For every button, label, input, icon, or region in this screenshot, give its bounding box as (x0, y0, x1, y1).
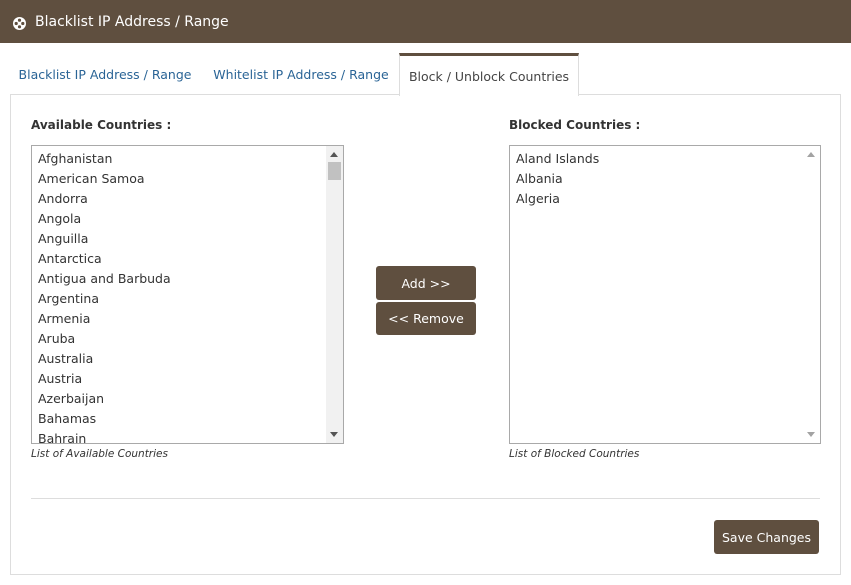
save-changes-button[interactable]: Save Changes (714, 520, 819, 554)
remove-button[interactable]: << Remove (376, 302, 476, 335)
list-item[interactable]: Andorra (38, 189, 343, 209)
scrollbar-thumb[interactable] (328, 162, 341, 180)
blocked-countries-label: Blocked Countries : (509, 118, 641, 132)
blocked-countries-help: List of Blocked Countries (509, 448, 640, 460)
list-item[interactable]: Algeria (516, 189, 820, 209)
scroll-up-icon[interactable] (807, 152, 815, 157)
list-item[interactable]: Australia (38, 349, 343, 369)
divider (31, 498, 820, 499)
available-countries-help: List of Available Countries (31, 448, 168, 460)
list-item[interactable]: Anguilla (38, 229, 343, 249)
tab-whitelist-ip[interactable]: Whitelist IP Address / Range (209, 53, 393, 95)
list-item[interactable]: Aruba (38, 329, 343, 349)
list-item[interactable]: Afghanistan (38, 149, 343, 169)
list-item[interactable]: Antarctica (38, 249, 343, 269)
add-button[interactable]: Add >> (376, 266, 476, 300)
list-item[interactable]: Aland Islands (516, 149, 820, 169)
list-item[interactable]: Bahrain (38, 429, 343, 443)
scroll-up-icon[interactable] (330, 152, 338, 157)
list-item[interactable]: Argentina (38, 289, 343, 309)
list-item[interactable]: Antigua and Barbuda (38, 269, 343, 289)
page-header: Blacklist IP Address / Range (0, 0, 851, 43)
tab-blacklist-ip[interactable]: Blacklist IP Address / Range (10, 53, 200, 95)
page-title: Blacklist IP Address / Range (35, 13, 229, 30)
list-item[interactable]: Azerbaijan (38, 389, 343, 409)
list-item[interactable]: Albania (516, 169, 820, 189)
list-item[interactable]: Angola (38, 209, 343, 229)
scroll-down-icon[interactable] (330, 432, 338, 437)
blocked-countries-list[interactable]: Aland Islands Albania Algeria (509, 145, 821, 444)
list-item[interactable]: Austria (38, 369, 343, 389)
blocked-list-scrollbar[interactable] (803, 146, 820, 443)
available-countries-list[interactable]: Afghanistan American Samoa Andorra Angol… (31, 145, 344, 444)
scroll-down-icon[interactable] (807, 432, 815, 437)
list-item[interactable]: Bahamas (38, 409, 343, 429)
film-reel-icon (13, 15, 26, 30)
tab-bar: Blacklist IP Address / Range Whitelist I… (10, 53, 841, 96)
available-list-scrollbar[interactable] (326, 146, 343, 443)
list-item[interactable]: Armenia (38, 309, 343, 329)
available-countries-label: Available Countries : (31, 118, 172, 132)
list-item[interactable]: American Samoa (38, 169, 343, 189)
tab-block-countries[interactable]: Block / Unblock Countries (399, 53, 579, 96)
